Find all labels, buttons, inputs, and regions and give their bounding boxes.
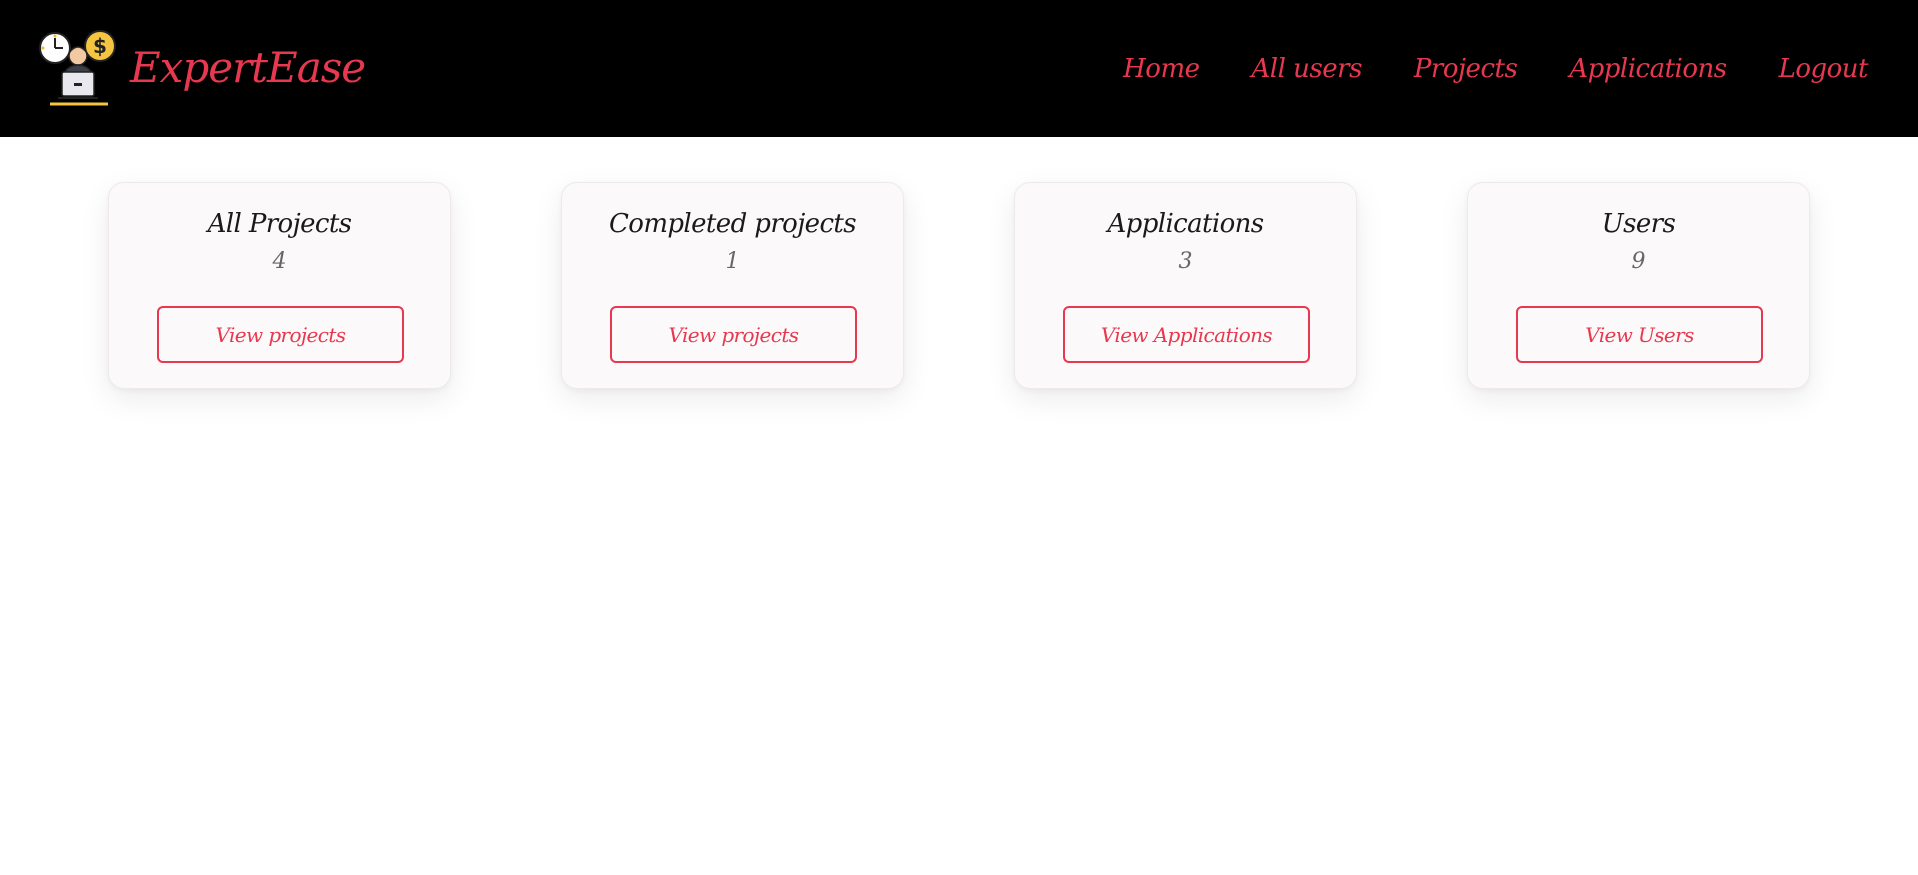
card-count: 9 (1631, 249, 1646, 274)
nav-projects[interactable]: Projects (1414, 54, 1518, 84)
view-users-button[interactable]: View Users (1516, 306, 1763, 363)
nav-home[interactable]: Home (1123, 54, 1200, 84)
card-title: Completed projects (608, 209, 857, 239)
view-applications-button[interactable]: View Applications (1063, 306, 1310, 363)
nav-applications[interactable]: Applications (1569, 54, 1727, 84)
top-navbar: $ ExpertEase Home All users Projects App… (0, 0, 1918, 137)
view-projects-button[interactable]: View projects (157, 306, 404, 363)
brand-link[interactable]: $ ExpertEase (38, 28, 366, 108)
nav-all-users[interactable]: All users (1252, 54, 1363, 84)
card-count: 3 (1178, 249, 1193, 274)
card-count: 4 (272, 249, 287, 274)
card-users: Users 9 View Users (1467, 182, 1810, 389)
nav-logout[interactable]: Logout (1779, 54, 1869, 84)
card-count: 1 (725, 249, 740, 274)
brand-name: ExpertEase (130, 43, 366, 92)
svg-text:$: $ (93, 34, 107, 58)
main-nav: Home All users Projects Applications Log… (1123, 0, 1868, 137)
card-applications: Applications 3 View Applications (1014, 182, 1357, 389)
card-title: Applications (1107, 209, 1264, 239)
card-all-projects: All Projects 4 View projects (108, 182, 451, 389)
card-title: Users (1601, 209, 1676, 239)
logo-icon: $ (39, 30, 116, 106)
card-title: All Projects (207, 209, 352, 239)
card-completed-projects: Completed projects 1 View projects (561, 182, 904, 389)
view-completed-projects-button[interactable]: View projects (610, 306, 857, 363)
